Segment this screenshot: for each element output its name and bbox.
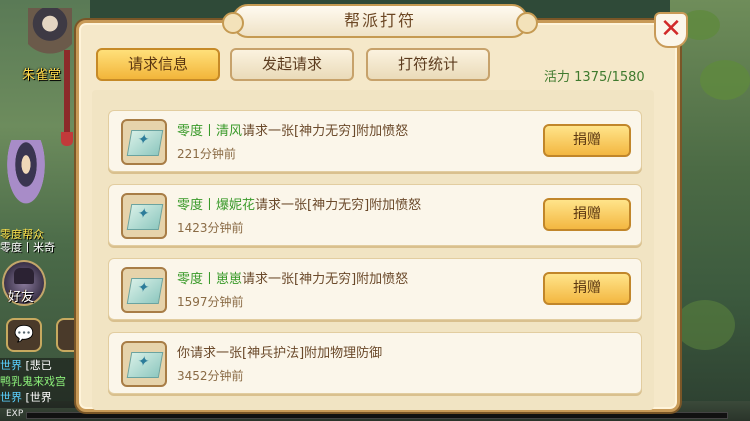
request-time: 221分钟前 — [177, 147, 236, 161]
activity-counter: 活力 1375/1580 — [544, 66, 645, 85]
tab-request-info[interactable]: 请求信息 — [96, 48, 220, 81]
friend-avatar-icon — [14, 268, 34, 284]
chat-log[interactable]: 世界 [悲已 鸭乳鬼来戏宫 世界 [世界 — [0, 358, 84, 408]
talisman-item-icon[interactable] — [121, 267, 167, 313]
close-x-icon: ✕ — [660, 14, 682, 44]
donate-button[interactable]: 捐赠 — [543, 198, 631, 231]
tab-talisman-stats[interactable]: 打符统计 — [366, 48, 490, 81]
chat-bubble-icon: 💬 — [14, 324, 34, 343]
scene-right-backdrop — [670, 0, 750, 421]
player-name: 朱雀堂 — [22, 68, 62, 83]
close-button[interactable]: ✕ — [654, 12, 688, 48]
exp-label: EXP — [6, 409, 24, 419]
request-text: 你请求一张[神兵护法]附加物理防御 — [177, 346, 383, 361]
request-text: 零度丨爆妮花请求一张[神力无穷]附加愤怒 — [177, 198, 422, 213]
npc-guild-title: 零度帮众 — [0, 228, 44, 241]
donate-button[interactable]: 捐赠 — [543, 272, 631, 305]
activity-label: 活力 — [544, 70, 571, 85]
chat-line: 世界 [世界 — [0, 391, 52, 404]
request-row-own: 你请求一张[神兵护法]附加物理防御 3452分钟前 — [108, 332, 642, 394]
npc-name: 零度丨米奇 — [0, 241, 55, 254]
request-row: 零度丨爆妮花请求一张[神力无穷]附加愤怒 1423分钟前 捐赠 — [108, 184, 642, 246]
request-time: 1597分钟前 — [177, 295, 244, 309]
npc-guild-label: 零度帮众 零度丨米奇 — [0, 228, 55, 254]
friends-label: 好友 — [8, 290, 35, 305]
tab-send-request[interactable]: 发起请求 — [230, 48, 354, 81]
requester-name: 清风 — [216, 124, 243, 139]
dialog-title-plate: 帮派打符 — [222, 4, 538, 38]
dialog-title: 帮派打符 — [343, 11, 416, 30]
npc-character[interactable] — [4, 140, 48, 210]
talisman-item-icon[interactable] — [121, 119, 167, 165]
exp-bar — [26, 412, 728, 419]
donate-button[interactable]: 捐赠 — [543, 124, 631, 157]
activity-value: 1375/1580 — [574, 70, 645, 85]
request-row: 零度丨崽崽请求一张[神力无穷]附加愤怒 1597分钟前 捐赠 — [108, 258, 642, 320]
chat-line: 世界 [悲已 — [0, 359, 52, 372]
chat-line: 鸭乳鬼来戏宫 — [0, 375, 66, 388]
talisman-item-icon[interactable] — [121, 341, 167, 387]
requester-name: 崽崽 — [216, 272, 243, 287]
request-text: 零度丨清风请求一张[神力无穷]附加愤怒 — [177, 124, 409, 139]
request-time: 1423分钟前 — [177, 221, 244, 235]
decorative-tassel — [61, 50, 73, 146]
request-text: 零度丨崽崽请求一张[神力无穷]附加愤怒 — [177, 272, 409, 287]
chat-button[interactable]: 💬 — [6, 318, 42, 352]
talisman-item-icon[interactable] — [121, 193, 167, 239]
friends-button[interactable]: 好友 — [2, 260, 46, 306]
request-time: 3452分钟前 — [177, 369, 244, 383]
requester-name: 爆妮花 — [216, 198, 256, 213]
request-list[interactable]: 零度丨清风请求一张[神力无穷]附加愤怒 221分钟前 捐赠 零度丨爆妮花请求一张… — [92, 90, 654, 410]
request-row: 零度丨清风请求一张[神力无穷]附加愤怒 221分钟前 捐赠 — [108, 110, 642, 172]
